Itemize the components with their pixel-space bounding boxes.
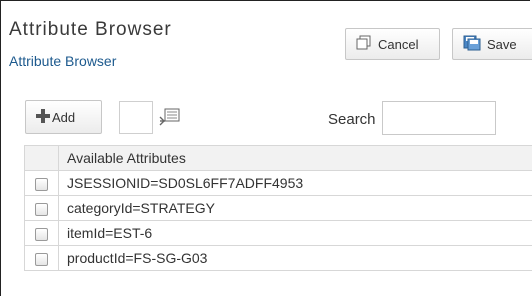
save-button-label: Save <box>487 36 517 52</box>
breadcrumb[interactable]: Attribute Browser <box>9 53 116 69</box>
cancel-button-label: Cancel <box>378 36 419 52</box>
select-column-header <box>24 145 59 171</box>
row-label: productId=FS-SG-G03 <box>58 245 532 271</box>
row-label: categoryId=STRATEGY <box>58 195 532 221</box>
row-checkbox[interactable] <box>35 227 48 241</box>
attribute-browser-panel: Attribute Browser Attribute Browser Canc… <box>0 0 532 296</box>
save-icon <box>463 35 481 54</box>
plus-icon <box>36 108 50 126</box>
table-row[interactable]: JSESSIONID=SD0SL6FF7ADFF4953 <box>24 170 532 196</box>
table-row[interactable]: itemId=EST-6 <box>24 220 532 246</box>
save-button[interactable]: Save <box>452 28 532 60</box>
table-row[interactable]: productId=FS-SG-G03 <box>24 245 532 271</box>
attributes-table: Available Attributes JSESSIONID=SD0SL6FF… <box>24 145 532 271</box>
row-checkbox[interactable] <box>35 177 48 191</box>
table-row[interactable]: categoryId=STRATEGY <box>24 195 532 221</box>
add-button-label: Add <box>52 109 76 125</box>
add-button[interactable]: Add <box>25 100 102 134</box>
export-icon[interactable] <box>159 107 181 132</box>
table-header-row: Available Attributes <box>24 145 532 171</box>
select-box[interactable] <box>119 101 153 134</box>
search-label: Search <box>328 111 376 128</box>
cancel-button[interactable]: Cancel <box>345 28 440 60</box>
row-label: JSESSIONID=SD0SL6FF7ADFF4953 <box>58 170 532 196</box>
row-label: itemId=EST-6 <box>58 220 532 246</box>
column-header-available-attributes: Available Attributes <box>58 145 532 171</box>
row-checkbox[interactable] <box>35 202 48 216</box>
search-input[interactable] <box>382 101 496 135</box>
page-title: Attribute Browser <box>9 19 172 40</box>
cancel-icon <box>356 35 372 54</box>
row-checkbox[interactable] <box>35 252 48 266</box>
